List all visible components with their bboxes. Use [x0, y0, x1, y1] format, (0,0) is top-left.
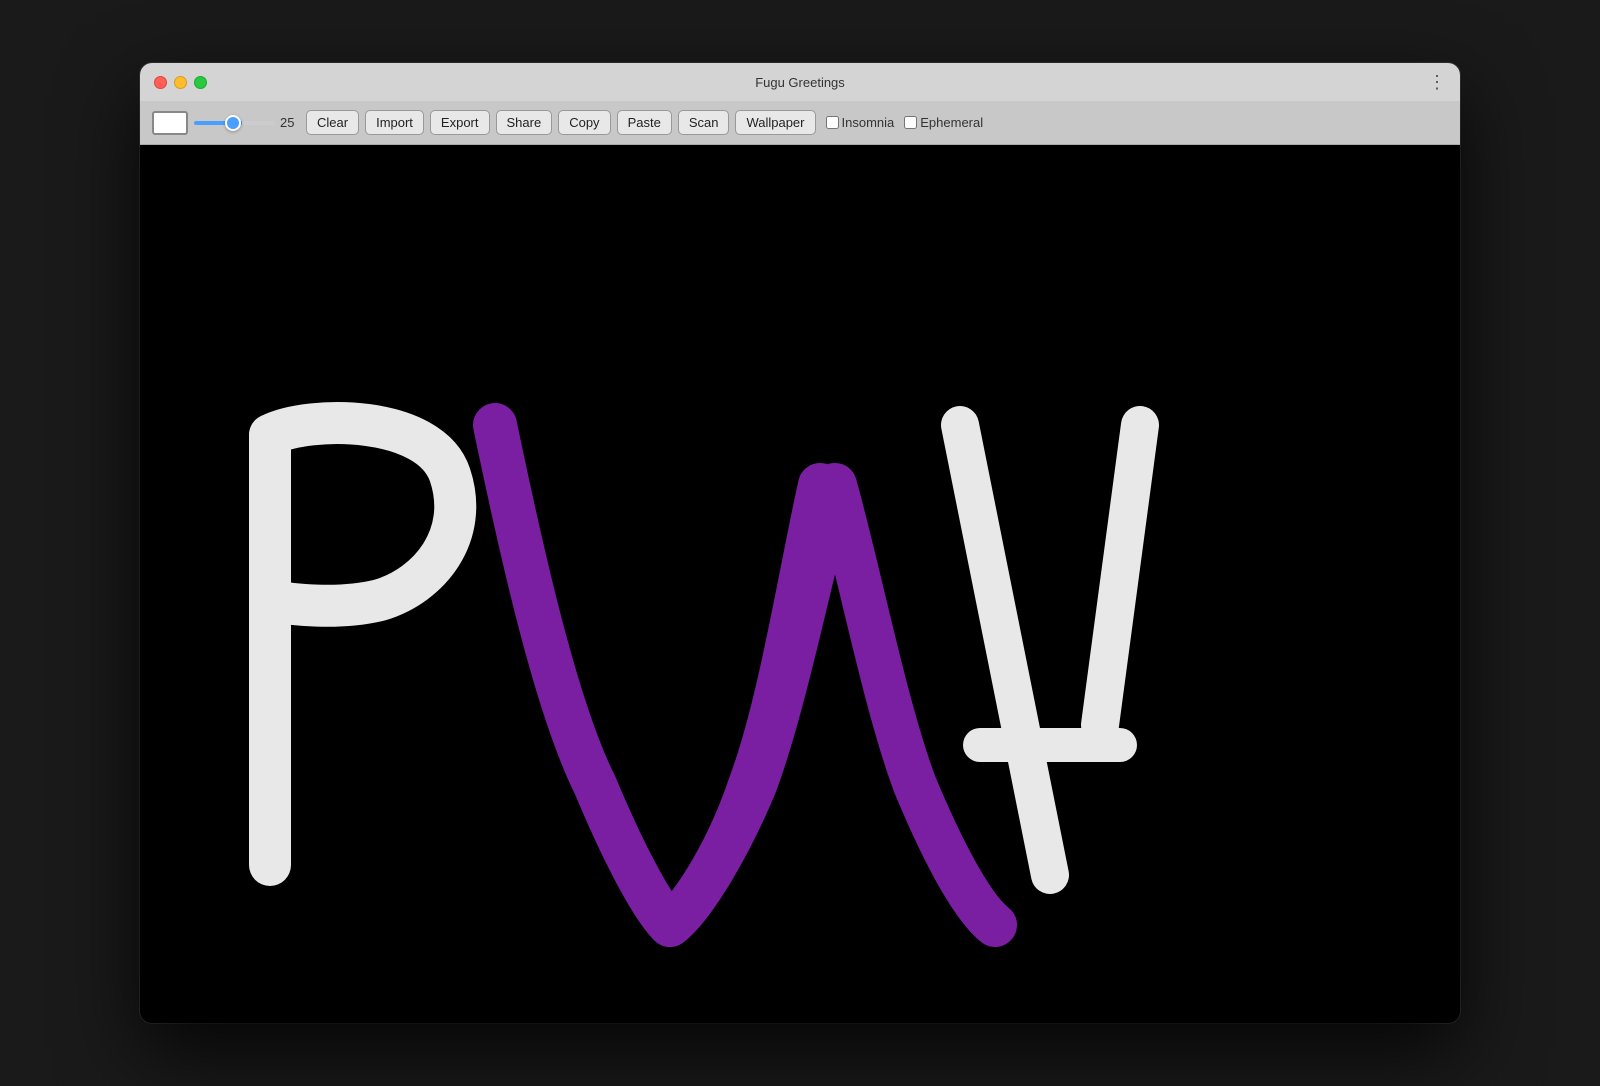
menu-button[interactable]: ⋮ — [1428, 73, 1446, 91]
app-window: Fugu Greetings ⋮ 25 Clear Import Export … — [140, 63, 1460, 1023]
copy-button[interactable]: Copy — [558, 110, 610, 135]
insomnia-checkbox[interactable] — [826, 116, 839, 129]
wallpaper-button[interactable]: Wallpaper — [735, 110, 815, 135]
paste-button[interactable]: Paste — [617, 110, 672, 135]
titlebar: Fugu Greetings ⋮ — [140, 63, 1460, 101]
traffic-lights — [154, 76, 207, 89]
minimize-button[interactable] — [174, 76, 187, 89]
scan-button[interactable]: Scan — [678, 110, 730, 135]
window-title: Fugu Greetings — [755, 75, 845, 90]
checkbox-group: Insomnia Ephemeral — [826, 115, 984, 130]
import-button[interactable]: Import — [365, 110, 424, 135]
share-button[interactable]: Share — [496, 110, 553, 135]
close-button[interactable] — [154, 76, 167, 89]
toolbar: 25 Clear Import Export Share Copy Paste … — [140, 101, 1460, 145]
insomnia-label[interactable]: Insomnia — [826, 115, 895, 130]
drawing-svg[interactable] — [140, 145, 1460, 1023]
clear-button[interactable]: Clear — [306, 110, 359, 135]
export-button[interactable]: Export — [430, 110, 490, 135]
brush-size-value: 25 — [280, 115, 300, 130]
ephemeral-checkbox[interactable] — [904, 116, 917, 129]
maximize-button[interactable] — [194, 76, 207, 89]
color-swatch[interactable] — [152, 111, 188, 135]
brush-size-control: 25 — [194, 115, 300, 130]
drawing-canvas-area[interactable] — [140, 145, 1460, 1023]
brush-size-slider[interactable] — [194, 121, 274, 125]
ephemeral-label[interactable]: Ephemeral — [904, 115, 983, 130]
